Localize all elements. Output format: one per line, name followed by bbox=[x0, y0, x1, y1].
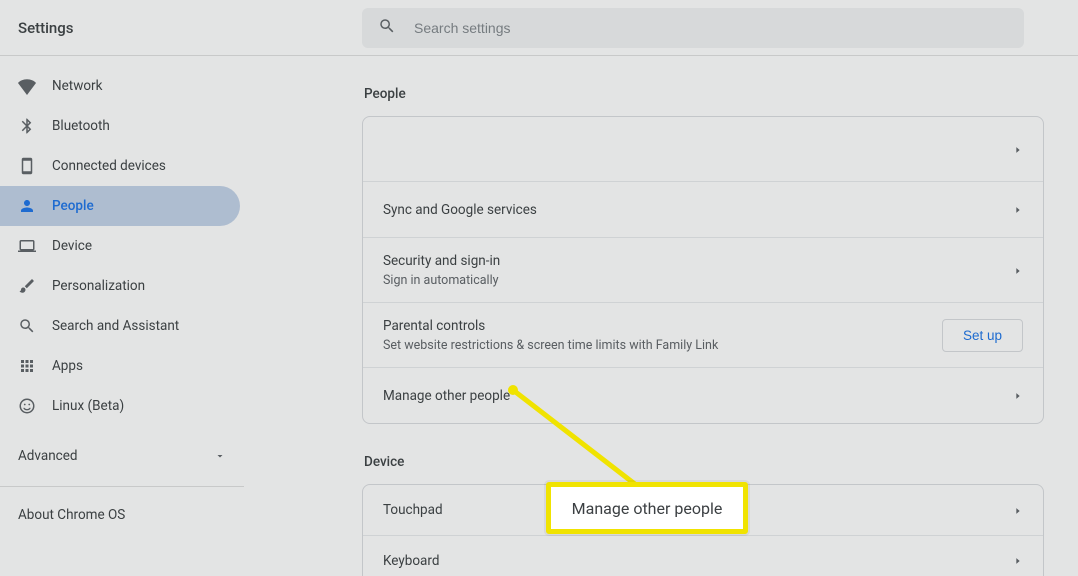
row-secondary: Sign in automatically bbox=[383, 273, 1013, 288]
sidebar-item-linux[interactable]: Linux (Beta) bbox=[0, 386, 240, 426]
sidebar-item-label: Device bbox=[52, 238, 92, 254]
laptop-icon bbox=[18, 237, 52, 255]
sidebar-item-bluetooth[interactable]: Bluetooth bbox=[0, 106, 240, 146]
sidebar-item-device[interactable]: Device bbox=[0, 226, 240, 266]
search-box[interactable] bbox=[362, 8, 1024, 48]
chevron-down-icon bbox=[214, 447, 226, 466]
sidebar-advanced[interactable]: Advanced bbox=[0, 436, 244, 476]
person-icon bbox=[18, 197, 52, 215]
sidebar-item-label: People bbox=[52, 198, 94, 214]
row-parental[interactable]: Parental controls Set website restrictio… bbox=[363, 302, 1043, 367]
apps-icon bbox=[18, 357, 52, 375]
device-icon bbox=[18, 157, 52, 175]
row-secondary: Set website restrictions & screen time l… bbox=[383, 338, 942, 353]
brush-icon bbox=[18, 277, 52, 295]
sidebar-item-apps[interactable]: Apps bbox=[0, 346, 240, 386]
sidebar-item-label: Network bbox=[52, 78, 102, 94]
row-primary: Keyboard bbox=[383, 553, 1013, 569]
sidebar-item-people[interactable]: People bbox=[0, 186, 240, 226]
bluetooth-icon bbox=[18, 117, 52, 135]
callout-text: Manage other people bbox=[572, 499, 723, 518]
chevron-right-icon bbox=[1013, 261, 1023, 280]
sidebar-item-label: Connected devices bbox=[52, 158, 166, 174]
wifi-icon bbox=[18, 77, 52, 95]
sidebar-item-personalization[interactable]: Personalization bbox=[0, 266, 240, 306]
chevron-right-icon bbox=[1013, 551, 1023, 570]
chevron-right-icon bbox=[1013, 200, 1023, 219]
header: Settings bbox=[0, 0, 1078, 56]
sidebar: Network Bluetooth Connected devices bbox=[0, 56, 244, 576]
sidebar-item-network[interactable]: Network bbox=[0, 66, 240, 106]
sidebar-item-label: Apps bbox=[52, 358, 83, 374]
divider bbox=[0, 486, 244, 487]
row-keyboard[interactable]: Keyboard bbox=[363, 535, 1043, 576]
about-label: About Chrome OS bbox=[18, 507, 125, 523]
row-security[interactable]: Security and sign-in Sign in automatical… bbox=[363, 237, 1043, 302]
row-primary: Manage other people bbox=[383, 388, 1013, 404]
row-primary: Parental controls bbox=[383, 318, 942, 334]
row-sync[interactable]: Sync and Google services bbox=[363, 181, 1043, 237]
setup-button[interactable]: Set up bbox=[942, 319, 1023, 352]
sidebar-item-label: Linux (Beta) bbox=[52, 398, 124, 414]
row-account[interactable] bbox=[363, 117, 1043, 181]
advanced-label: Advanced bbox=[18, 448, 78, 464]
chevron-right-icon bbox=[1013, 386, 1023, 405]
section-title-device: Device bbox=[362, 454, 1044, 470]
chevron-right-icon bbox=[1013, 501, 1023, 520]
row-primary: Security and sign-in bbox=[383, 253, 1013, 269]
sidebar-item-label: Personalization bbox=[52, 278, 145, 294]
people-card: Sync and Google services Security and si… bbox=[362, 116, 1044, 424]
sidebar-item-label: Bluetooth bbox=[52, 118, 110, 134]
search-icon bbox=[18, 317, 52, 335]
section-title-people: People bbox=[362, 86, 1044, 102]
page-title: Settings bbox=[18, 19, 362, 37]
sidebar-item-connected[interactable]: Connected devices bbox=[0, 146, 240, 186]
sidebar-item-search[interactable]: Search and Assistant bbox=[0, 306, 240, 346]
search-input[interactable] bbox=[414, 20, 1008, 36]
chevron-right-icon bbox=[1013, 140, 1023, 159]
row-manage-people[interactable]: Manage other people bbox=[363, 367, 1043, 423]
sidebar-about[interactable]: About Chrome OS bbox=[0, 497, 244, 533]
annotation-callout: Manage other people bbox=[546, 482, 748, 534]
search-icon bbox=[378, 17, 414, 39]
sidebar-item-label: Search and Assistant bbox=[52, 318, 179, 334]
linux-icon bbox=[18, 397, 52, 415]
row-primary: Sync and Google services bbox=[383, 202, 1013, 218]
